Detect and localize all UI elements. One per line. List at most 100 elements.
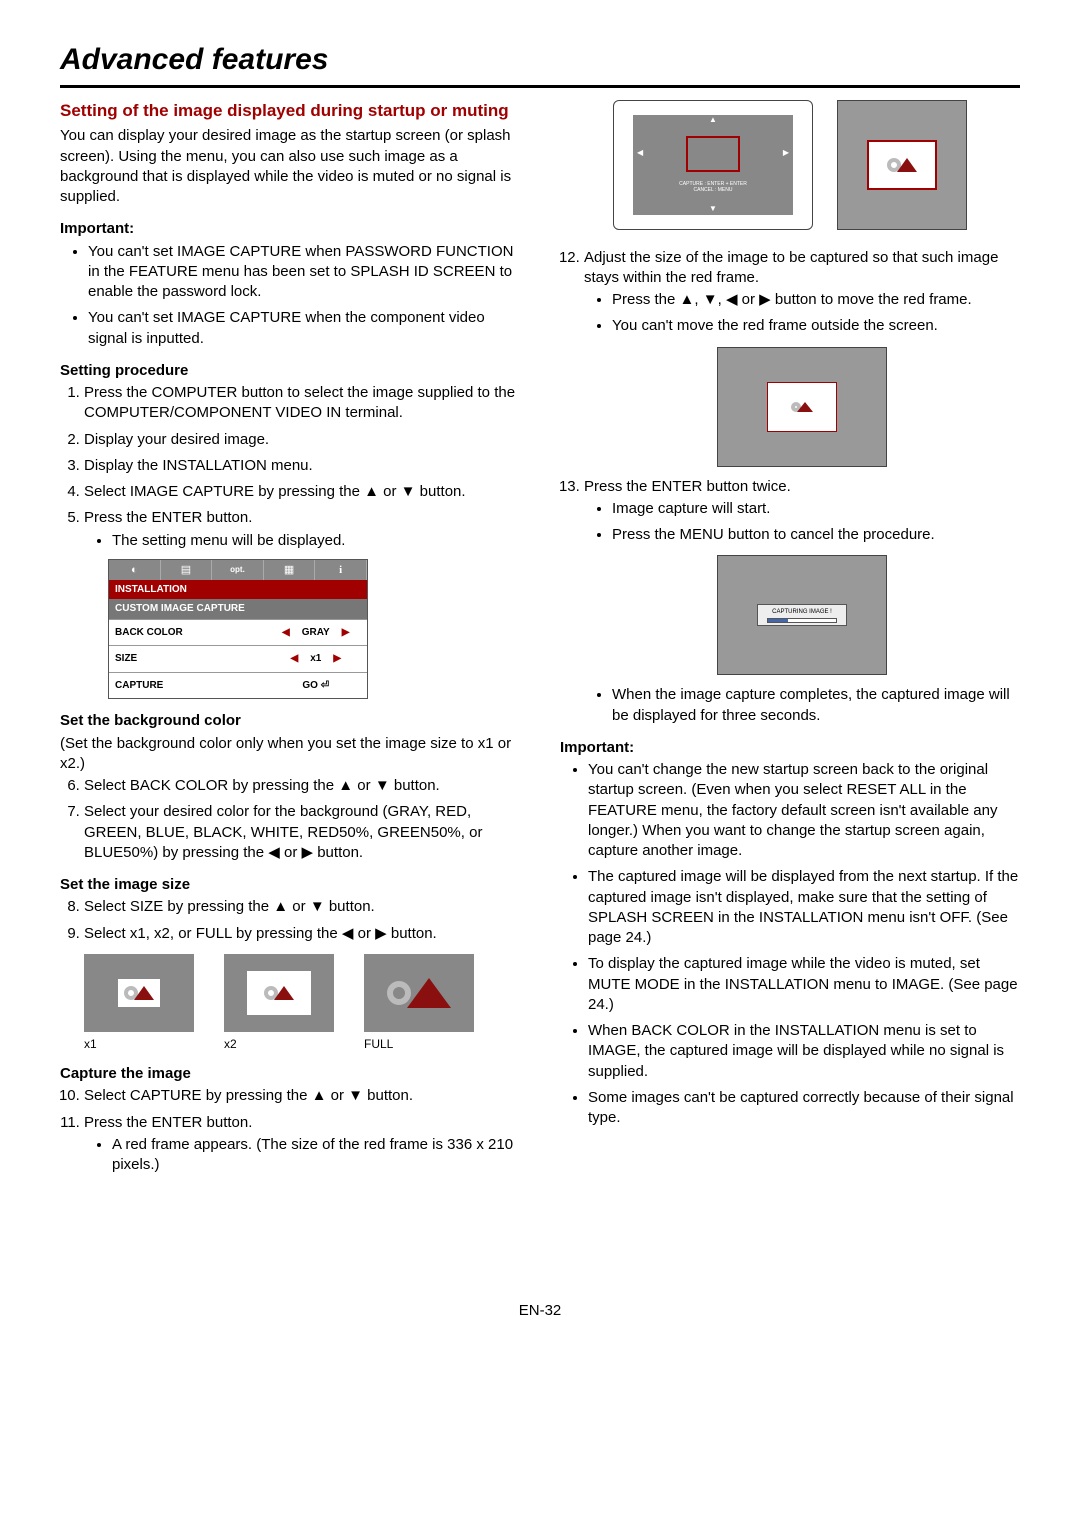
important-item: You can't change the new startup screen … [588,760,1020,861]
screen-inner: ▲ ◀ ▶ CAPTURE : ENTER + ENTERCANCEL : ME… [633,115,793,215]
size-label: x2 [224,1036,334,1052]
tab-icon: ◐ [109,560,161,580]
menu-preview: ◐ ▤ opt. ▦ i INSTALLATION CUSTOM IMAGE C… [108,559,368,700]
up-arrow-icon: ▲ [338,777,353,794]
page-title: Advanced features [60,40,1020,88]
size-preview-x1: x1 [84,954,194,1052]
procedure-list: Press the COMPUTER button to select the … [60,383,520,699]
step-text: Press the ENTER button twice. [584,478,791,495]
illustration-mid [584,347,1020,467]
step-12-sub: Press the ▲, ▼, ◀ or ▶ button to move th… [612,290,1020,310]
left-arrow-icon: ◀ [268,844,280,861]
important-item: To display the captured image while the … [588,954,1020,1015]
step-4-text: or [379,483,401,500]
left-column: Setting of the image displayed during st… [60,100,520,1182]
red-frame [686,136,740,172]
down-arrow-icon: ▼ [401,483,416,500]
step-2: Display your desired image. [84,430,520,450]
left-arrow-icon: ◀ [290,652,298,666]
screen-outline: ▲ ◀ ▶ CAPTURE : ENTER + ENTERCANCEL : ME… [613,100,813,230]
step-text: Select SIZE by pressing the [84,898,273,915]
size-label: x1 [84,1036,194,1052]
important-item: Some images can't be captured correctly … [588,1088,1020,1129]
important-item: The captured image will be displayed fro… [588,867,1020,948]
left-arrow-icon: ◀ [633,148,643,159]
illustration-capturing: CAPTURING IMAGE ! [584,555,1020,675]
tab-opt: opt. [212,560,264,580]
step-11-sub: A red frame appears. (The size of the re… [112,1135,520,1176]
step-13-sub: Press the MENU button to cancel the proc… [612,525,1020,545]
zoom-panel [837,100,967,230]
step-text: button. [390,777,440,794]
up-arrow-icon: ▲ [709,115,717,126]
left-arrow-icon: ◀ [342,925,354,942]
step-4-text: Select IMAGE CAPTURE by pressing the [84,483,364,500]
down-arrow-icon: ▼ [375,777,390,794]
menu-row-size: SIZE ◀x1▶ [109,645,367,672]
right-column: ▲ ◀ ▶ CAPTURE : ENTER + ENTERCANCEL : ME… [560,100,1020,1182]
important-item: When BACK COLOR in the INSTALLATION menu… [588,1021,1020,1082]
step-text: button. [363,1087,413,1104]
menu-row-label: BACK COLOR [109,620,265,646]
red-frame-thumb [767,382,837,432]
right-arrow-icon: ▶ [759,291,771,308]
step-5-sub: The setting menu will be displayed. [112,531,520,551]
important-label-2: Important: [560,738,1020,758]
thumb-icon [247,971,311,1015]
setting-procedure-label: Setting procedure [60,361,520,381]
zoom-inner [867,140,937,190]
intro-text: You can display your desired image as th… [60,126,520,207]
step-text: or [288,898,310,915]
step-text: Select CAPTURE by pressing the [84,1087,312,1104]
step-9: Select x1, x2, or FULL by pressing the ◀… [84,924,520,944]
step-8: Select SIZE by pressing the ▲ or ▼ butto… [84,897,520,917]
step-7: Select your desired color for the backgr… [84,802,520,863]
right-arrow-icon: ▶ [302,844,314,861]
important-item: You can't set IMAGE CAPTURE when PASSWOR… [88,242,520,303]
down-arrow-icon: ▼ [709,204,717,215]
down-arrow-icon: ▼ [310,898,325,915]
section-heading: Setting of the image displayed during st… [60,100,520,123]
down-arrow-icon: ▼ [348,1087,363,1104]
step-5: Press the ENTER button. The setting menu… [84,508,520,699]
step-text: or [353,777,375,794]
menu-subtitle: CUSTOM IMAGE CAPTURE [109,599,367,619]
step-text: button to move the red frame. [771,291,972,308]
important-list-2: You can't change the new startup screen … [560,760,1020,1128]
procedure-list-2: Select BACK COLOR by pressing the ▲ or ▼… [60,776,520,863]
step-10: Select CAPTURE by pressing the ▲ or ▼ bu… [84,1086,520,1106]
step-text: Select x1, x2, or FULL by pressing the [84,925,342,942]
important-label: Important: [60,219,520,239]
left-arrow-icon: ◀ [726,291,738,308]
up-arrow-icon: ▲ [312,1087,327,1104]
step-text: Adjust the size of the image to be captu… [584,249,998,286]
capturing-bar: CAPTURING IMAGE ! [757,604,847,626]
bg-heading: Set the background color [60,711,520,731]
procedure-list-right: Adjust the size of the image to be captu… [560,248,1020,726]
step-4: Select IMAGE CAPTURE by pressing the ▲ o… [84,482,520,502]
step-text: or [326,1087,348,1104]
step-text: Select BACK COLOR by pressing the [84,777,338,794]
step-3: Display the INSTALLATION menu. [84,456,520,476]
step-13-sub: When the image capture completes, the ca… [612,685,1020,726]
size-preview-x2: x2 [224,954,334,1052]
left-arrow-icon: ◀ [282,626,290,640]
thumb-icon [364,954,474,1032]
bg-note: (Set the background color only when you … [60,734,520,775]
tab-i: i [315,560,367,580]
step-text: or [353,925,375,942]
size-label: FULL [364,1036,474,1052]
step-13-sub: Image capture will start. [612,499,1020,519]
procedure-list-3: Select SIZE by pressing the ▲ or ▼ butto… [60,897,520,944]
tab-icon: ▤ [161,560,213,580]
step-13: Press the ENTER button twice. Image capt… [584,477,1020,726]
step-12: Adjust the size of the image to be captu… [584,248,1020,467]
capture-heading: Capture the image [60,1064,520,1084]
step-1: Press the COMPUTER button to select the … [84,383,520,424]
step-text: button. [325,898,375,915]
size-previews: x1 x2 FULL [84,954,520,1052]
right-arrow-icon: ▶ [342,626,350,640]
tab-icon: ▦ [264,560,316,580]
step-text: or [280,844,302,861]
right-arrow-icon: ▶ [333,652,341,666]
